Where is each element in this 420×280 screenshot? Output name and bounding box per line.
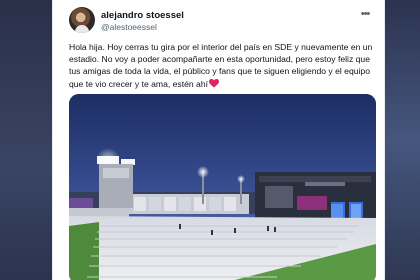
tweet-text: Hola hija. Hoy cerras tu gira por el int…: [69, 41, 375, 90]
stadium-image: [69, 94, 376, 280]
red-heart-icon: [209, 78, 220, 88]
background-blur-left: [0, 0, 52, 280]
avatar[interactable]: [69, 7, 95, 33]
author-name[interactable]: alejandro stoessel: [101, 10, 184, 21]
author-handle[interactable]: @alestoeessel: [101, 22, 157, 32]
more-horizontal-icon[interactable]: •••: [358, 9, 372, 20]
tweet-header: alejandro stoessel @alestoeessel •••: [69, 7, 374, 35]
tweet-card[interactable]: alejandro stoessel @alestoeessel ••• Hol…: [52, 0, 385, 280]
tweet-photo-stadium[interactable]: [69, 94, 376, 280]
background-blur-right: [384, 0, 420, 280]
tweet-body: Hola hija. Hoy cerras tu gira por el int…: [69, 42, 373, 89]
